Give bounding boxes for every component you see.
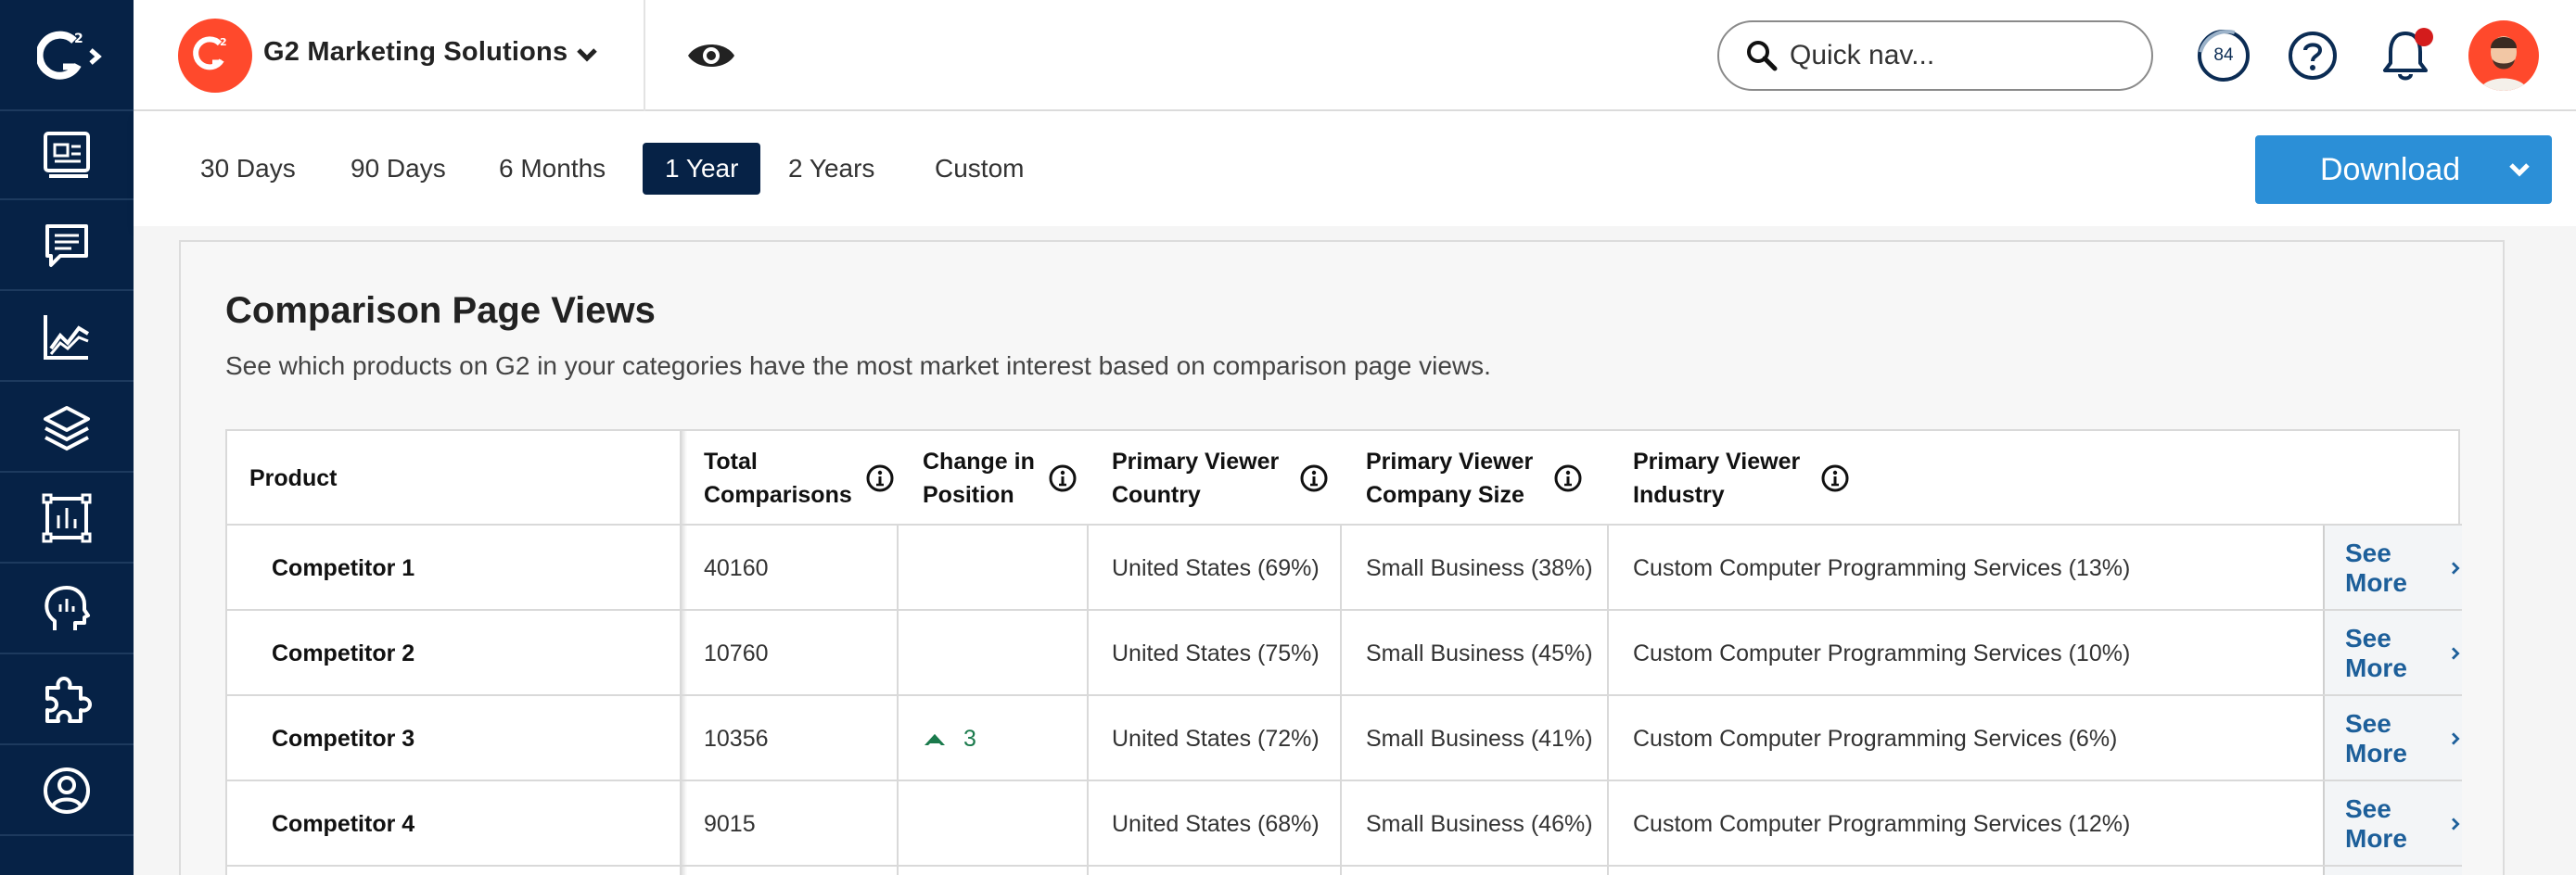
sidebar-item-reports[interactable] — [0, 475, 134, 564]
info-icon[interactable] — [1820, 463, 1850, 493]
info-icon[interactable] — [1048, 463, 1078, 493]
header-primary-viewer-company-size[interactable]: Primary Viewer Company Size — [1366, 431, 1583, 526]
chevron-right-icon — [2451, 562, 2460, 575]
search-input[interactable] — [1790, 40, 2123, 71]
date-range-toolbar: 30 Days 90 Days 6 Months 1 Year 2 Years … — [134, 111, 2576, 226]
chevron-down-icon[interactable] — [573, 41, 601, 69]
download-label: Download — [2320, 151, 2461, 187]
cell-product[interactable]: Competitor 2 — [272, 611, 414, 696]
sidebar-item-insights[interactable] — [0, 565, 134, 654]
range-6-months[interactable]: 6 Months — [477, 143, 628, 195]
cell-change: 3 — [923, 696, 976, 781]
cell-industry: Custom Computer Programming Services (12… — [1633, 810, 2131, 837]
svg-text:2: 2 — [220, 36, 227, 48]
header-divider — [644, 0, 645, 111]
sidebar-item-profile[interactable] — [0, 747, 134, 836]
score-value: 84 — [2213, 45, 2234, 65]
chevron-right-icon — [2451, 732, 2460, 745]
range-90-days[interactable]: 90 Days — [328, 143, 468, 195]
comparison-card: Comparison Page Views See which products… — [179, 240, 2505, 875]
reviews-icon — [45, 224, 88, 267]
sidebar-item-products[interactable] — [0, 384, 134, 473]
arrow-up-icon — [925, 734, 945, 745]
card-subtitle: See which products on G2 in your categor… — [225, 351, 1491, 380]
cell-total: 9015 — [704, 810, 756, 837]
cell-country: United States (75%) — [1112, 640, 1320, 666]
info-icon[interactable] — [1553, 463, 1583, 493]
help-icon[interactable] — [2287, 30, 2339, 82]
header-total-comparisons[interactable]: Total Comparisons — [704, 431, 895, 526]
range-30-days[interactable]: 30 Days — [178, 143, 318, 195]
cell-country: United States (68%) — [1112, 810, 1320, 837]
sidebar-item-integrations[interactable] — [0, 656, 134, 745]
cell-company-size: Small Business (46%) — [1366, 810, 1593, 837]
cell-country: United States (69%) — [1112, 554, 1320, 581]
cell-company-size: Small Business (38%) — [1366, 554, 1593, 581]
cell-total: 10760 — [704, 640, 769, 666]
avatar[interactable] — [2468, 20, 2539, 91]
notification-dot — [2415, 28, 2433, 46]
table-row — [227, 865, 2462, 875]
comparison-table: Product Total Comparisons Change in Positi… — [225, 429, 2462, 875]
insights-icon — [45, 586, 90, 630]
quick-nav-search[interactable] — [1717, 20, 2153, 91]
cell-industry: Custom Computer Programming Services (10… — [1633, 640, 2131, 666]
table-row: Competitor 3 10356 3 United States (72%)… — [227, 694, 2462, 780]
sidebar-item-reviews[interactable] — [0, 202, 134, 291]
range-2-years[interactable]: 2 Years — [766, 143, 897, 195]
see-more-link[interactable]: See More — [2345, 781, 2462, 867]
see-more-link[interactable]: See More — [2345, 696, 2462, 781]
brand-name[interactable]: G2 Marketing Solutions — [263, 37, 567, 68]
range-1-year[interactable]: 1 Year — [643, 143, 761, 195]
cell-total: 40160 — [704, 554, 769, 581]
eye-icon[interactable] — [686, 37, 736, 74]
header-primary-viewer-country[interactable]: Primary Viewer Country — [1112, 431, 1329, 526]
svg-text:2: 2 — [74, 32, 83, 46]
chart-icon — [44, 315, 90, 360]
g2-logo-icon: 2 — [193, 36, 227, 70]
sidebar-item-analytics[interactable] — [0, 293, 134, 382]
cell-company-size: Small Business (41%) — [1366, 725, 1593, 752]
cell-country: United States (72%) — [1112, 725, 1320, 752]
info-icon[interactable] — [865, 463, 895, 493]
change-value: 3 — [963, 725, 976, 752]
cell-total: 10356 — [704, 725, 769, 752]
score-badge[interactable]: 84 — [2198, 30, 2250, 82]
sidebar-logo[interactable]: 2 — [0, 0, 134, 111]
sidebar-item-dashboard[interactable] — [0, 111, 134, 200]
search-icon — [1747, 41, 1778, 71]
header-product[interactable]: Product — [249, 431, 337, 526]
header-change-in-position[interactable]: Change in Position — [923, 431, 1078, 526]
dashboard-icon — [44, 132, 90, 178]
table-row: Competitor 1 40160 United States (69%) S… — [227, 524, 2462, 609]
header-primary-viewer-industry[interactable]: Primary Viewer Industry — [1633, 431, 1850, 526]
cell-industry: Custom Computer Programming Services (6%… — [1633, 725, 2118, 752]
brand-logo[interactable]: 2 — [178, 19, 252, 93]
card-title: Comparison Page Views — [225, 290, 656, 331]
report-icon — [42, 493, 92, 543]
g2-logo-icon: 2 — [37, 31, 102, 80]
cell-company-size: Small Business (45%) — [1366, 640, 1593, 666]
table-row: Competitor 4 9015 United States (68%) Sm… — [227, 780, 2462, 865]
cell-product[interactable]: Competitor 3 — [272, 696, 414, 781]
cell-product[interactable]: Competitor 4 — [272, 781, 414, 867]
integrations-icon — [45, 677, 92, 723]
content-area: Comparison Page Views See which products… — [134, 226, 2576, 875]
info-icon[interactable] — [1299, 463, 1329, 493]
cell-product[interactable]: Competitor 1 — [272, 526, 414, 611]
top-header: 2 G2 Marketing Solutions 84 — [134, 0, 2576, 111]
table-row: Competitor 2 10760 United States (75%) S… — [227, 609, 2462, 694]
cell-industry: Custom Computer Programming Services (13… — [1633, 554, 2131, 581]
profile-icon — [44, 767, 90, 814]
chevron-right-icon — [2451, 818, 2460, 831]
sidebar: 2 — [0, 0, 134, 875]
range-custom[interactable]: Custom — [912, 143, 1046, 195]
layers-icon — [44, 406, 90, 451]
chevron-down-icon — [2509, 163, 2530, 177]
see-more-link[interactable]: See More — [2345, 611, 2462, 696]
chevron-right-icon — [2451, 647, 2460, 660]
user-avatar-icon — [2480, 36, 2528, 91]
see-more-link[interactable]: See More — [2345, 526, 2462, 611]
download-button[interactable]: Download — [2255, 135, 2552, 204]
